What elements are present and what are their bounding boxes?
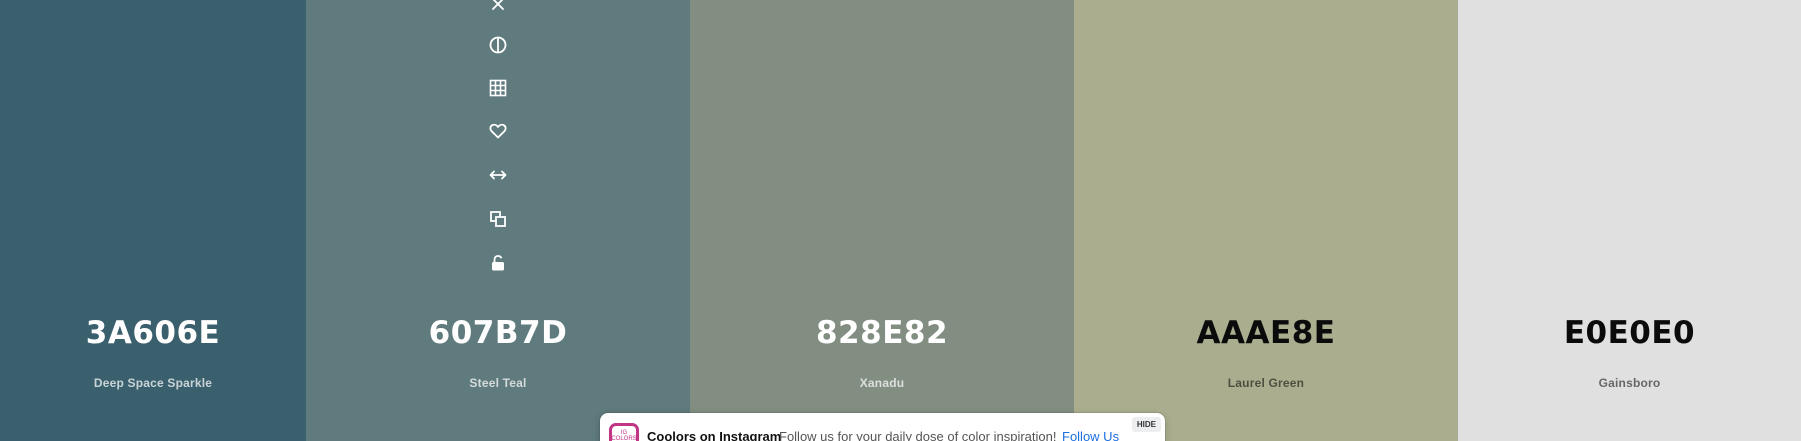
palette: 3A606E Deep Space Sparkle 607B7D Steel T… xyxy=(0,0,1801,441)
logo-text: IG COLORS xyxy=(611,430,637,441)
follow-us-link[interactable]: Follow Us xyxy=(1062,429,1119,441)
color-swatch-xanadu[interactable]: 828E82 Xanadu xyxy=(690,0,1074,441)
color-name[interactable]: Steel Teal xyxy=(306,376,690,390)
hide-button[interactable]: HIDE xyxy=(1131,417,1161,432)
unlock-icon[interactable] xyxy=(485,250,511,276)
banner-title: Coolors on Instagram xyxy=(647,429,782,441)
color-name[interactable]: Gainsboro xyxy=(1458,376,1801,390)
heart-icon[interactable] xyxy=(485,118,511,144)
color-swatch-gainsboro[interactable]: E0E0E0 Gainsboro xyxy=(1458,0,1801,441)
hex-code[interactable]: 607B7D xyxy=(306,315,690,351)
color-name[interactable]: Xanadu xyxy=(690,376,1074,390)
hex-code[interactable]: AAAE8E xyxy=(1074,315,1458,351)
hex-code[interactable]: 3A606E xyxy=(0,315,306,351)
hex-code[interactable]: E0E0E0 xyxy=(1458,315,1801,351)
grid-shades-icon[interactable] xyxy=(485,75,511,101)
color-swatch-deep-space-sparkle[interactable]: 3A606E Deep Space Sparkle xyxy=(0,0,306,441)
instagram-logo-icon[interactable]: IG COLORS xyxy=(609,423,639,441)
color-swatch-steel-teal[interactable]: 607B7D Steel Teal xyxy=(306,0,690,441)
color-name[interactable]: Laurel Green xyxy=(1074,376,1458,390)
banner-text: Follow us for your daily dose of color i… xyxy=(779,429,1057,441)
hex-code[interactable]: 828E82 xyxy=(690,315,1074,351)
instagram-banner: IG COLORS Coolors on Instagram Follow us … xyxy=(600,413,1165,441)
contrast-icon[interactable] xyxy=(485,32,511,58)
close-icon[interactable] xyxy=(485,0,511,17)
color-swatch-laurel-green[interactable]: AAAE8E Laurel Green xyxy=(1074,0,1458,441)
copy-icon[interactable] xyxy=(485,206,511,232)
color-name[interactable]: Deep Space Sparkle xyxy=(0,376,306,390)
drag-arrows-icon[interactable] xyxy=(485,162,511,188)
